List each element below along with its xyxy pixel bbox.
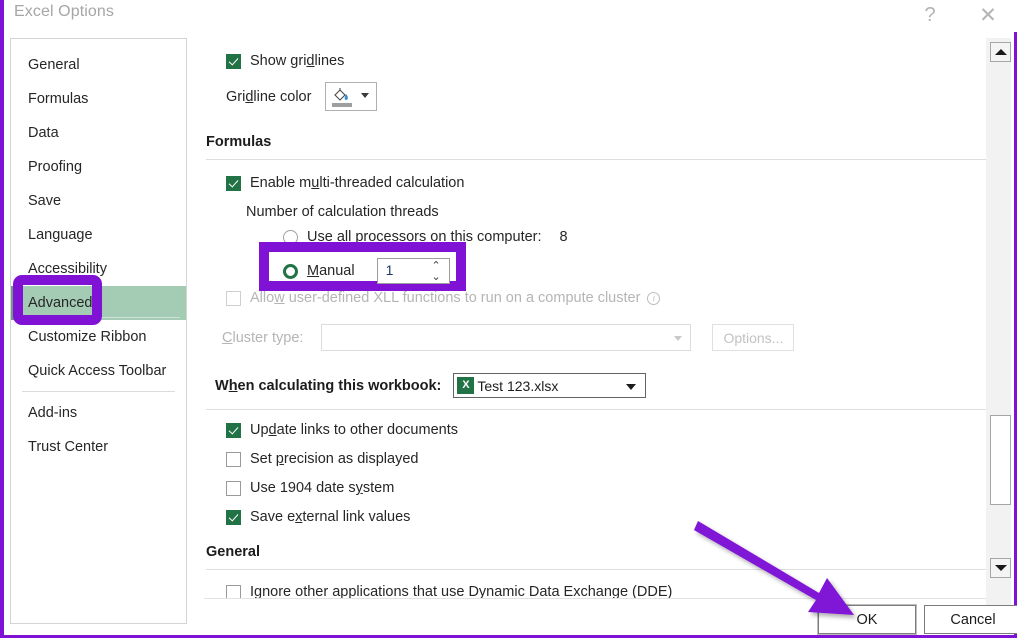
manual-label: Manual: [307, 263, 355, 279]
save-external-links-checkbox[interactable]: [226, 509, 241, 525]
general-section-heading: General: [206, 544, 260, 560]
general-section-rule: [206, 569, 986, 570]
chevron-down-icon: [361, 93, 370, 98]
sidebar-top-spacer: [11, 39, 186, 48]
sidebar-item-accessibility[interactable]: Accessibility: [11, 252, 186, 286]
gridline-color-row: Gridline color: [226, 82, 378, 111]
excel-options-dialog: Excel Options ? ✕ General Formulas Data …: [0, 0, 1017, 638]
allow-xll-checkbox: [226, 290, 241, 306]
enable-multithread-checkbox[interactable]: [226, 175, 241, 191]
manual-threads-row[interactable]: Manual 1 ⌃ ⌄: [283, 258, 450, 284]
when-calculating-row: When calculating this workbook: X Test 1…: [215, 373, 647, 398]
sidebar-item-advanced[interactable]: Advanced: [11, 286, 186, 320]
update-links-row[interactable]: Update links to other documents: [226, 422, 458, 438]
cluster-type-row: Cluster type: Options...: [222, 324, 795, 351]
sidebar-item-proofing[interactable]: Proofing: [11, 150, 186, 184]
gridline-color-label: Gridline color: [226, 88, 312, 105]
save-external-links-label: Save external link values: [250, 509, 411, 525]
cluster-options-button: Options...: [712, 324, 795, 351]
info-icon: i: [647, 291, 661, 305]
scroll-up-button[interactable]: [990, 42, 1011, 62]
enable-multithread-row[interactable]: Enable multi-threaded calculation: [226, 175, 464, 191]
sidebar-item-formulas[interactable]: Formulas: [11, 82, 186, 116]
sidebar-item-language[interactable]: Language: [11, 218, 186, 252]
sidebar-item-data[interactable]: Data: [11, 116, 186, 150]
stepper-down-icon[interactable]: ⌄: [431, 272, 442, 283]
set-precision-checkbox[interactable]: [226, 451, 241, 467]
use-1904-row[interactable]: Use 1904 date system: [226, 480, 394, 496]
sidebar-nav: General Formulas Data Proofing Save Lang…: [10, 38, 187, 624]
workbook-name: Test 123.xlsx: [477, 377, 559, 394]
vertical-scrollbar[interactable]: [986, 38, 1011, 624]
sidebar-item-trust-center[interactable]: Trust Center: [11, 430, 186, 464]
manual-radio[interactable]: [283, 263, 298, 279]
formulas-section-heading: Formulas: [206, 134, 272, 150]
page-title: Excel Options: [14, 3, 115, 20]
allow-xll-label: Allow user-defined XLL functions to run …: [250, 290, 641, 306]
ok-button[interactable]: OK: [818, 605, 916, 634]
sidebar-divider: [22, 391, 175, 392]
save-external-links-row[interactable]: Save external link values: [226, 509, 410, 525]
sidebar-item-quick-access-toolbar[interactable]: Quick Access Toolbar: [11, 354, 186, 388]
scroll-down-button[interactable]: [990, 558, 1011, 578]
thread-count-value: 1: [385, 262, 394, 278]
workbook-select[interactable]: X Test 123.xlsx: [453, 373, 647, 398]
scrollbar-thumb[interactable]: [990, 415, 1011, 505]
use-all-processors-row[interactable]: Use all processors on this computer: 8: [283, 229, 568, 245]
update-links-checkbox[interactable]: [226, 422, 241, 438]
show-gridlines-row[interactable]: Show gridlines: [226, 53, 344, 69]
ignore-dde-row[interactable]: Ignore other applications that use Dynam…: [226, 584, 672, 598]
stepper-up-icon[interactable]: ⌃: [431, 261, 442, 272]
ignore-dde-label: Ignore other applications that use Dynam…: [250, 584, 673, 598]
calculation-threads-label: Number of calculation threads: [246, 204, 439, 220]
paint-bucket-icon: [334, 88, 349, 101]
set-precision-row[interactable]: Set precision as displayed: [226, 451, 418, 467]
chevron-down-icon: [674, 336, 683, 341]
cluster-type-label: Cluster type:: [222, 329, 304, 346]
sidebar-item-add-ins[interactable]: Add-ins: [11, 396, 186, 430]
ignore-dde-checkbox[interactable]: [226, 584, 241, 598]
use-1904-label: Use 1904 date system: [250, 480, 395, 496]
show-gridlines-label: Show gridlines: [250, 53, 345, 69]
use-all-processors-radio[interactable]: [283, 229, 298, 245]
sidebar-item-save[interactable]: Save: [11, 184, 186, 218]
show-gridlines-checkbox[interactable]: [226, 53, 241, 69]
gridline-color-button[interactable]: [325, 82, 378, 111]
when-calculating-label: When calculating this workbook:: [215, 377, 442, 394]
gridline-color-swatch: [332, 103, 353, 107]
workbook-section-rule: [206, 409, 986, 410]
options-content-pane: Show gridlines Gridline color Formulas E…: [204, 26, 986, 598]
down-arrow-icon: [994, 565, 1007, 571]
formulas-section-rule: [206, 159, 986, 160]
cluster-type-select: [321, 324, 692, 351]
set-precision-label: Set precision as displayed: [250, 451, 419, 467]
processor-count-value: 8: [559, 229, 568, 245]
enable-multithread-label: Enable multi-threaded calculation: [250, 175, 465, 191]
footer-divider: [204, 598, 986, 599]
allow-xll-row: Allow user-defined XLL functions to run …: [226, 290, 661, 306]
sidebar-item-general[interactable]: General: [11, 48, 186, 82]
up-arrow-icon: [994, 49, 1007, 55]
sidebar-item-customize-ribbon[interactable]: Customize Ribbon: [11, 320, 186, 354]
update-links-label: Update links to other documents: [250, 422, 458, 438]
chevron-down-icon: [626, 384, 637, 390]
cancel-button[interactable]: Cancel: [924, 605, 1017, 634]
use-1904-checkbox[interactable]: [226, 480, 241, 496]
excel-file-icon: X: [457, 377, 475, 394]
use-all-processors-label: Use all processors on this computer:: [307, 229, 542, 245]
thread-count-stepper[interactable]: 1 ⌃ ⌄: [376, 258, 450, 284]
